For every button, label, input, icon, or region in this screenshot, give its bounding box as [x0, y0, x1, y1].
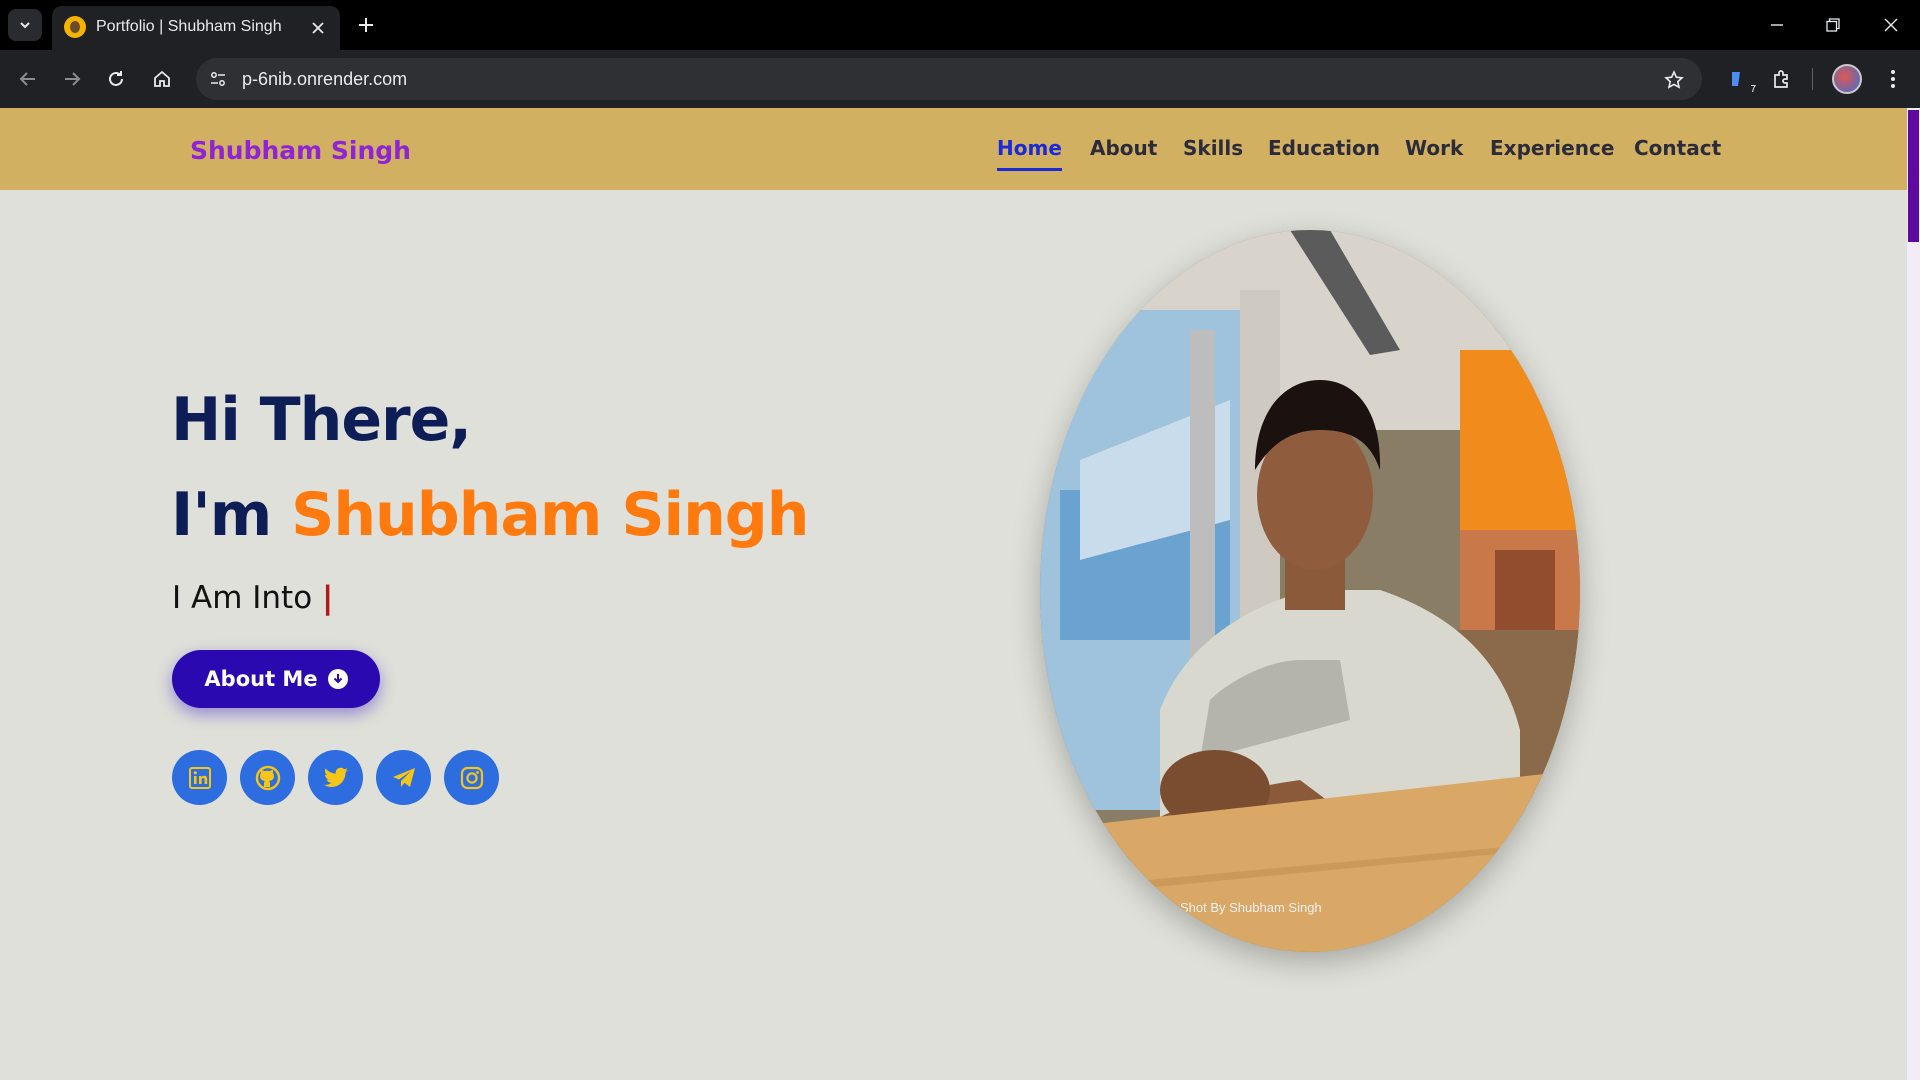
nav-experience[interactable]: Experience [1490, 136, 1614, 160]
star-icon [1664, 70, 1684, 89]
arrow-circle-down-icon [327, 669, 348, 689]
nav-about[interactable]: About [1090, 136, 1157, 160]
profile-avatar[interactable] [1832, 64, 1862, 94]
tab-search-button[interactable] [8, 9, 42, 41]
kebab-menu-icon [1891, 70, 1895, 88]
extension-badge: 7 [1750, 84, 1756, 95]
typing-caret: | [322, 580, 334, 616]
tab-close-button[interactable] [306, 16, 330, 40]
close-icon [312, 22, 324, 34]
nav-work[interactable]: Work [1405, 136, 1463, 160]
close-icon [1884, 18, 1898, 32]
restore-button[interactable] [1818, 10, 1848, 40]
arrow-left-icon [19, 72, 35, 86]
profile-photo: Shot By Shubham Singh [1040, 230, 1580, 952]
nav-home[interactable]: Home [997, 136, 1062, 171]
browser-toolbar: p-6nib.onrender.com 7 [0, 50, 1920, 108]
reload-button[interactable] [100, 63, 132, 95]
chevron-down-icon [20, 22, 30, 29]
about-me-label: About Me [204, 667, 318, 691]
linkedin-icon [188, 766, 211, 789]
plus-icon [359, 18, 373, 32]
github-button[interactable] [240, 750, 295, 805]
home-icon [154, 70, 170, 87]
back-button[interactable] [12, 63, 44, 95]
arrow-right-icon [65, 72, 81, 86]
nav-education[interactable]: Education [1268, 136, 1380, 160]
extension-app-icon [1732, 72, 1740, 86]
hero-name: Shubham Singh [291, 480, 809, 550]
minimize-icon [1771, 24, 1783, 26]
page-scrollbar-track[interactable] [1907, 108, 1920, 1080]
twitter-button[interactable] [308, 750, 363, 805]
reload-icon [109, 71, 123, 86]
toolbar-divider [1812, 68, 1813, 90]
forward-button[interactable] [56, 63, 88, 95]
home-button[interactable] [146, 63, 178, 95]
instagram-button[interactable] [444, 750, 499, 805]
nav-skills[interactable]: Skills [1183, 136, 1243, 160]
photo-watermark: Shot By Shubham Singh [1180, 900, 1322, 915]
site-header: Shubham Singh Home About Skills Educatio… [0, 108, 1920, 190]
address-bar[interactable]: p-6nib.onrender.com [196, 58, 1702, 100]
brand-logo[interactable]: Shubham Singh [190, 136, 411, 165]
new-tab-button[interactable] [352, 11, 380, 39]
page-scrollbar-thumb[interactable] [1908, 110, 1919, 242]
extensions-menu-button[interactable] [1766, 63, 1798, 95]
minimize-button[interactable] [1762, 10, 1792, 40]
telegram-icon [392, 767, 415, 787]
extension-button[interactable]: 7 [1722, 63, 1756, 95]
typed-text: I Am Into | [172, 580, 333, 616]
favicon-icon [64, 16, 86, 38]
tune-icon [211, 72, 225, 86]
bookmark-button[interactable] [1662, 68, 1686, 92]
site-info-button[interactable] [206, 67, 230, 91]
hero-name-line: I'm Shubham Singh [171, 480, 809, 550]
puzzle-icon [1774, 70, 1788, 88]
hero-im: I'm [171, 480, 292, 550]
github-icon [255, 765, 280, 790]
linkedin-button[interactable] [172, 750, 227, 805]
restore-icon [1826, 18, 1840, 32]
close-window-button[interactable] [1876, 10, 1906, 40]
hero-greeting: Hi There, [171, 385, 472, 455]
tab-title: Portfolio | Shubham Singh [96, 18, 282, 35]
twitter-icon [323, 767, 348, 787]
profile-photo-illustration [1040, 230, 1580, 952]
telegram-button[interactable] [376, 750, 431, 805]
nav-contact[interactable]: Contact [1634, 136, 1721, 160]
instagram-icon [460, 766, 483, 789]
about-me-button[interactable]: About Me [172, 650, 380, 708]
browser-tab-strip: Portfolio | Shubham Singh [0, 0, 1920, 50]
typed-prefix: I Am Into [172, 580, 323, 616]
browser-menu-button[interactable] [1877, 63, 1909, 95]
url-text: p-6nib.onrender.com [242, 69, 408, 89]
browser-tab-active[interactable]: Portfolio | Shubham Singh [52, 6, 340, 50]
